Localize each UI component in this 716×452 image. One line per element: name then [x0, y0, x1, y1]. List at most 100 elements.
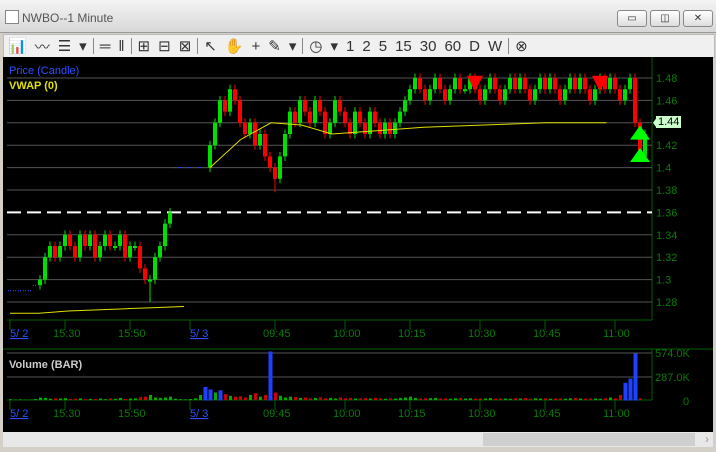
toolbar-button-25[interactable]: 60 [440, 38, 465, 55]
volume-bar [324, 398, 327, 400]
candle-body [558, 89, 562, 101]
candle-body [393, 122, 397, 134]
toolbar-button-5[interactable]: ═ [96, 38, 115, 55]
volume-bar [369, 398, 372, 400]
toolbar-button-12[interactable]: ↖ [200, 37, 221, 55]
scroll-right-arrow[interactable]: › [705, 432, 709, 446]
candle-body [388, 122, 392, 134]
toolbar-button-23[interactable]: 15 [391, 38, 416, 55]
toolbar-button-20[interactable]: 1 [342, 38, 358, 55]
volume-bar [189, 398, 192, 400]
volume-bar [609, 397, 612, 400]
horizontal-scrollbar[interactable]: › [3, 432, 713, 447]
volume-bar [623, 382, 628, 401]
candle-body [383, 122, 387, 134]
candle-body [243, 122, 247, 134]
toolbar-button-21[interactable]: 2 [358, 38, 374, 55]
volume-bar [304, 397, 307, 400]
volume-bar [208, 389, 213, 401]
candle-body [518, 78, 522, 90]
volume-bar [469, 398, 472, 400]
candle-body [478, 89, 482, 101]
time-label: 15:30 [53, 408, 81, 420]
volume-bar [414, 397, 417, 400]
price-tick-label: 1.38 [656, 185, 677, 197]
toolbar-button-1[interactable]: 〰 [31, 36, 54, 57]
minimize-button[interactable]: ▭ [617, 10, 647, 27]
toolbar-button-29[interactable]: ⊗ [511, 37, 532, 55]
volume-bar [574, 397, 577, 400]
toolbar-button-14[interactable]: + [248, 38, 265, 55]
candle-body [113, 246, 117, 248]
volume-bar [124, 398, 127, 400]
volume-bar [309, 398, 312, 400]
candle-body [338, 100, 342, 112]
volume-bar [274, 392, 277, 400]
volume-bar [29, 399, 32, 400]
toolbar-button-3[interactable]: ▾ [75, 37, 91, 55]
time-label: 10:00 [333, 328, 361, 340]
volume-bar [154, 397, 157, 400]
volume-bar [84, 399, 87, 400]
candle-body [228, 89, 232, 112]
candle-body [553, 78, 557, 90]
candle-body [423, 89, 427, 101]
time-label: 10:30 [468, 328, 496, 340]
volume-bar [344, 398, 347, 400]
volume-bar [489, 398, 492, 400]
volume-bar [389, 398, 392, 400]
volume-bar [299, 397, 302, 400]
toolbar-separator [92, 38, 94, 54]
price-tick-label: 1.32 [656, 252, 677, 264]
volume-bar [524, 397, 527, 400]
toolbar-button-16[interactable]: ▾ [285, 37, 301, 55]
toolbar-button-10[interactable]: ⊠ [175, 37, 196, 55]
candle-body [428, 89, 432, 101]
restore-button[interactable]: ◫ [650, 10, 680, 27]
toolbar-button-19[interactable]: ▾ [327, 37, 343, 55]
scrollbar-thumb[interactable] [483, 433, 695, 446]
volume-bar [584, 398, 587, 400]
volume-bar [34, 398, 37, 400]
close-button[interactable]: ✕ [683, 10, 713, 27]
candle-body [328, 122, 332, 134]
date-label: 5/ 2 [10, 328, 28, 340]
volume-bar [399, 397, 402, 400]
volume-bar [409, 396, 412, 400]
candle-body [223, 100, 227, 112]
volume-bar [614, 398, 617, 400]
candle-body [283, 134, 287, 157]
volume-bar [628, 378, 633, 401]
toolbar-button-15[interactable]: ✎ [264, 37, 285, 55]
toolbar-button-13[interactable]: ✋ [221, 37, 248, 55]
toolbar-button-27[interactable]: W [484, 38, 506, 55]
volume-bar [439, 398, 442, 400]
candle-body [608, 78, 612, 90]
toolbar-button-9[interactable]: ⊟ [154, 37, 175, 55]
toolbar-button-8[interactable]: ⊞ [134, 37, 155, 55]
toolbar-button-24[interactable]: 30 [416, 38, 441, 55]
candle-body [318, 100, 322, 112]
toolbar-button-22[interactable]: 5 [375, 38, 391, 55]
volume-bar [199, 394, 202, 400]
volume-bar [419, 398, 422, 400]
toolbar-button-6[interactable]: ‖ [114, 38, 128, 55]
toolbar-button-18[interactable]: ◷ [305, 37, 326, 55]
candle-body [343, 111, 347, 123]
candle-body [298, 100, 302, 123]
price-tick-label: 1.46 [656, 95, 677, 107]
toolbar-button-26[interactable]: D [465, 38, 484, 55]
volume-bar [514, 398, 517, 400]
candle-body [163, 223, 167, 246]
volume-bar [114, 398, 117, 400]
volume-bar [74, 398, 77, 400]
volume-legend: Volume (BAR) [9, 359, 83, 371]
chart-area[interactable]: 1.48 1.46 1.44 1.42 1.4 1.38 1.36 1.34 1.32 1.3 1.… [3, 57, 713, 432]
toolbar-button-0[interactable]: 📊 [4, 37, 31, 55]
candle-body [403, 100, 407, 112]
candle-body [358, 111, 362, 123]
last-price-tag: 1.44 [656, 116, 682, 128]
toolbar-button-2[interactable]: ☰ [54, 37, 75, 55]
candle-body [543, 78, 547, 90]
volume-bar [519, 398, 522, 400]
